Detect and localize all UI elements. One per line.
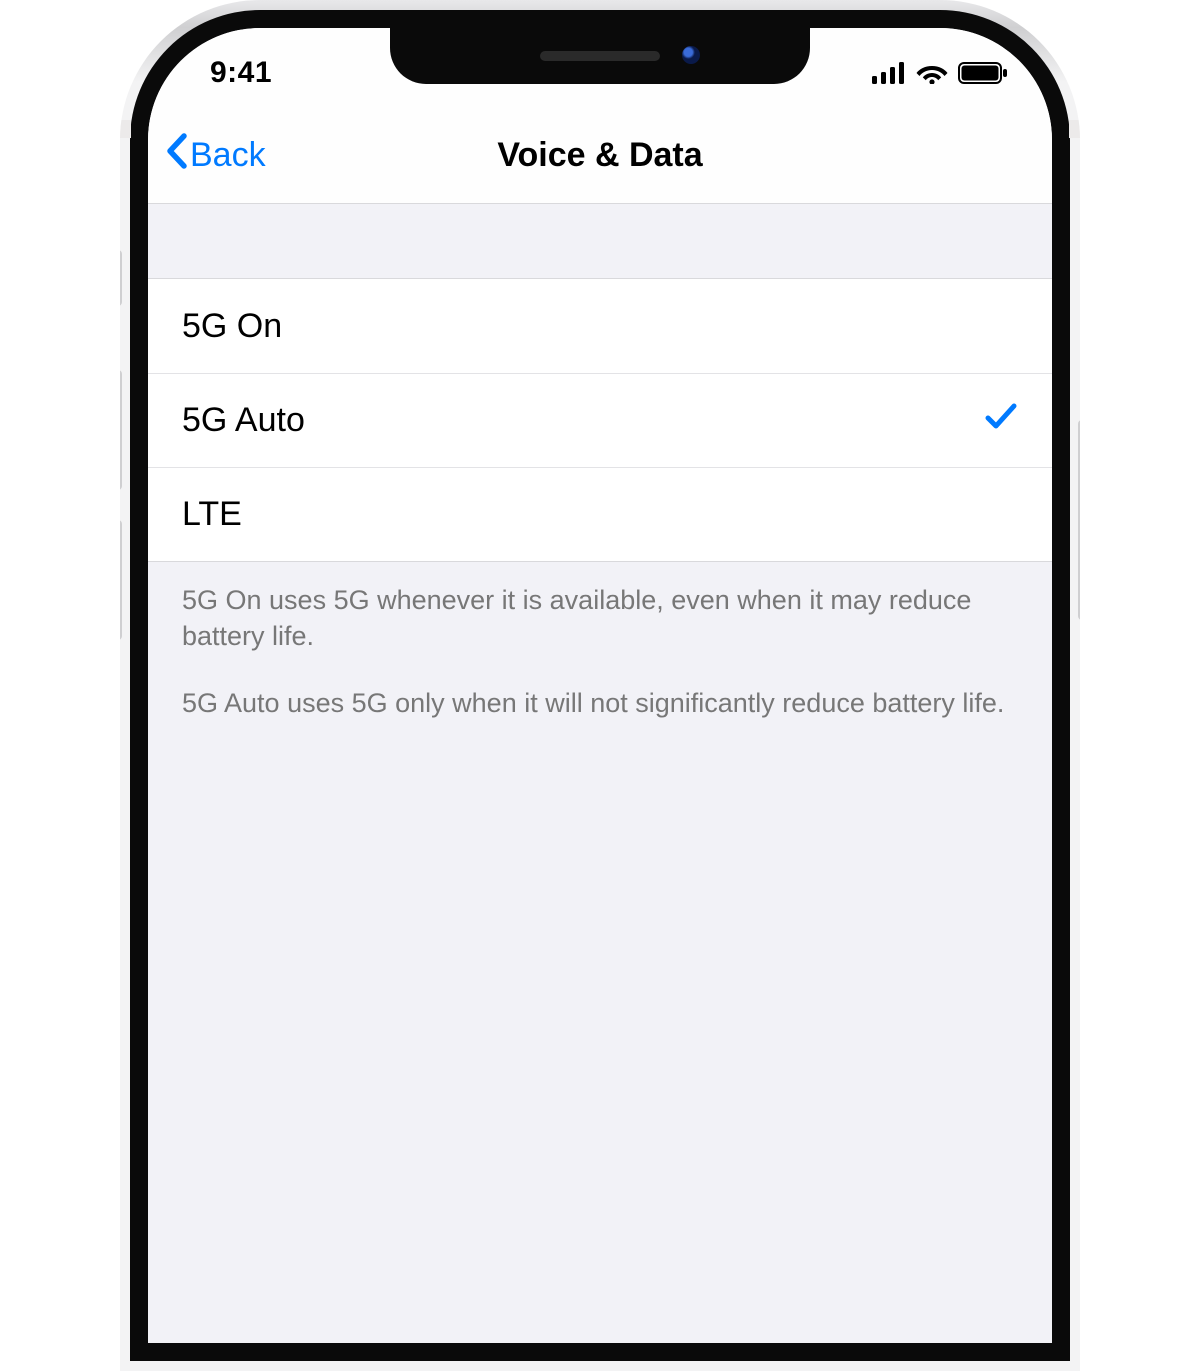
option-label: LTE xyxy=(182,495,242,534)
content-area: 5G On 5G Auto LTE 5 xyxy=(148,204,1052,1343)
option-label: 5G Auto xyxy=(182,401,305,440)
phone-bezel: 9:41 xyxy=(130,10,1070,1361)
back-label: Back xyxy=(190,136,266,175)
power-button xyxy=(1078,420,1080,620)
option-list: 5G On 5G Auto LTE xyxy=(148,278,1052,562)
footer-paragraph-2: 5G Auto uses 5G only when it will not si… xyxy=(182,685,1018,721)
speaker-grille xyxy=(540,51,660,61)
phone-frame: 9:41 xyxy=(120,0,1080,1371)
option-5g-on[interactable]: 5G On xyxy=(148,279,1052,373)
option-lte[interactable]: LTE xyxy=(148,467,1052,561)
page-title: Voice & Data xyxy=(497,136,702,175)
chevron-left-icon xyxy=(164,132,188,179)
notch xyxy=(390,28,810,84)
wifi-icon xyxy=(916,62,948,84)
group-spacer xyxy=(148,204,1052,278)
screen: 9:41 xyxy=(148,28,1052,1343)
option-label: 5G On xyxy=(182,307,282,346)
navigation-bar: Back Voice & Data xyxy=(148,108,1052,204)
mute-switch xyxy=(120,250,122,306)
option-5g-auto[interactable]: 5G Auto xyxy=(148,373,1052,467)
status-time: 9:41 xyxy=(192,56,272,90)
footer-description: 5G On uses 5G whenever it is available, … xyxy=(148,562,1052,721)
antenna-band-right xyxy=(1069,120,1080,138)
volume-up-button xyxy=(120,370,122,490)
checkmark-icon xyxy=(984,400,1018,441)
cellular-signal-icon xyxy=(872,62,906,84)
battery-icon xyxy=(958,62,1008,84)
antenna-band-left xyxy=(120,120,131,138)
footer-paragraph-1: 5G On uses 5G whenever it is available, … xyxy=(182,582,1018,655)
status-indicators xyxy=(872,62,1008,84)
front-camera xyxy=(682,46,700,64)
back-button[interactable]: Back xyxy=(164,132,266,179)
volume-down-button xyxy=(120,520,122,640)
